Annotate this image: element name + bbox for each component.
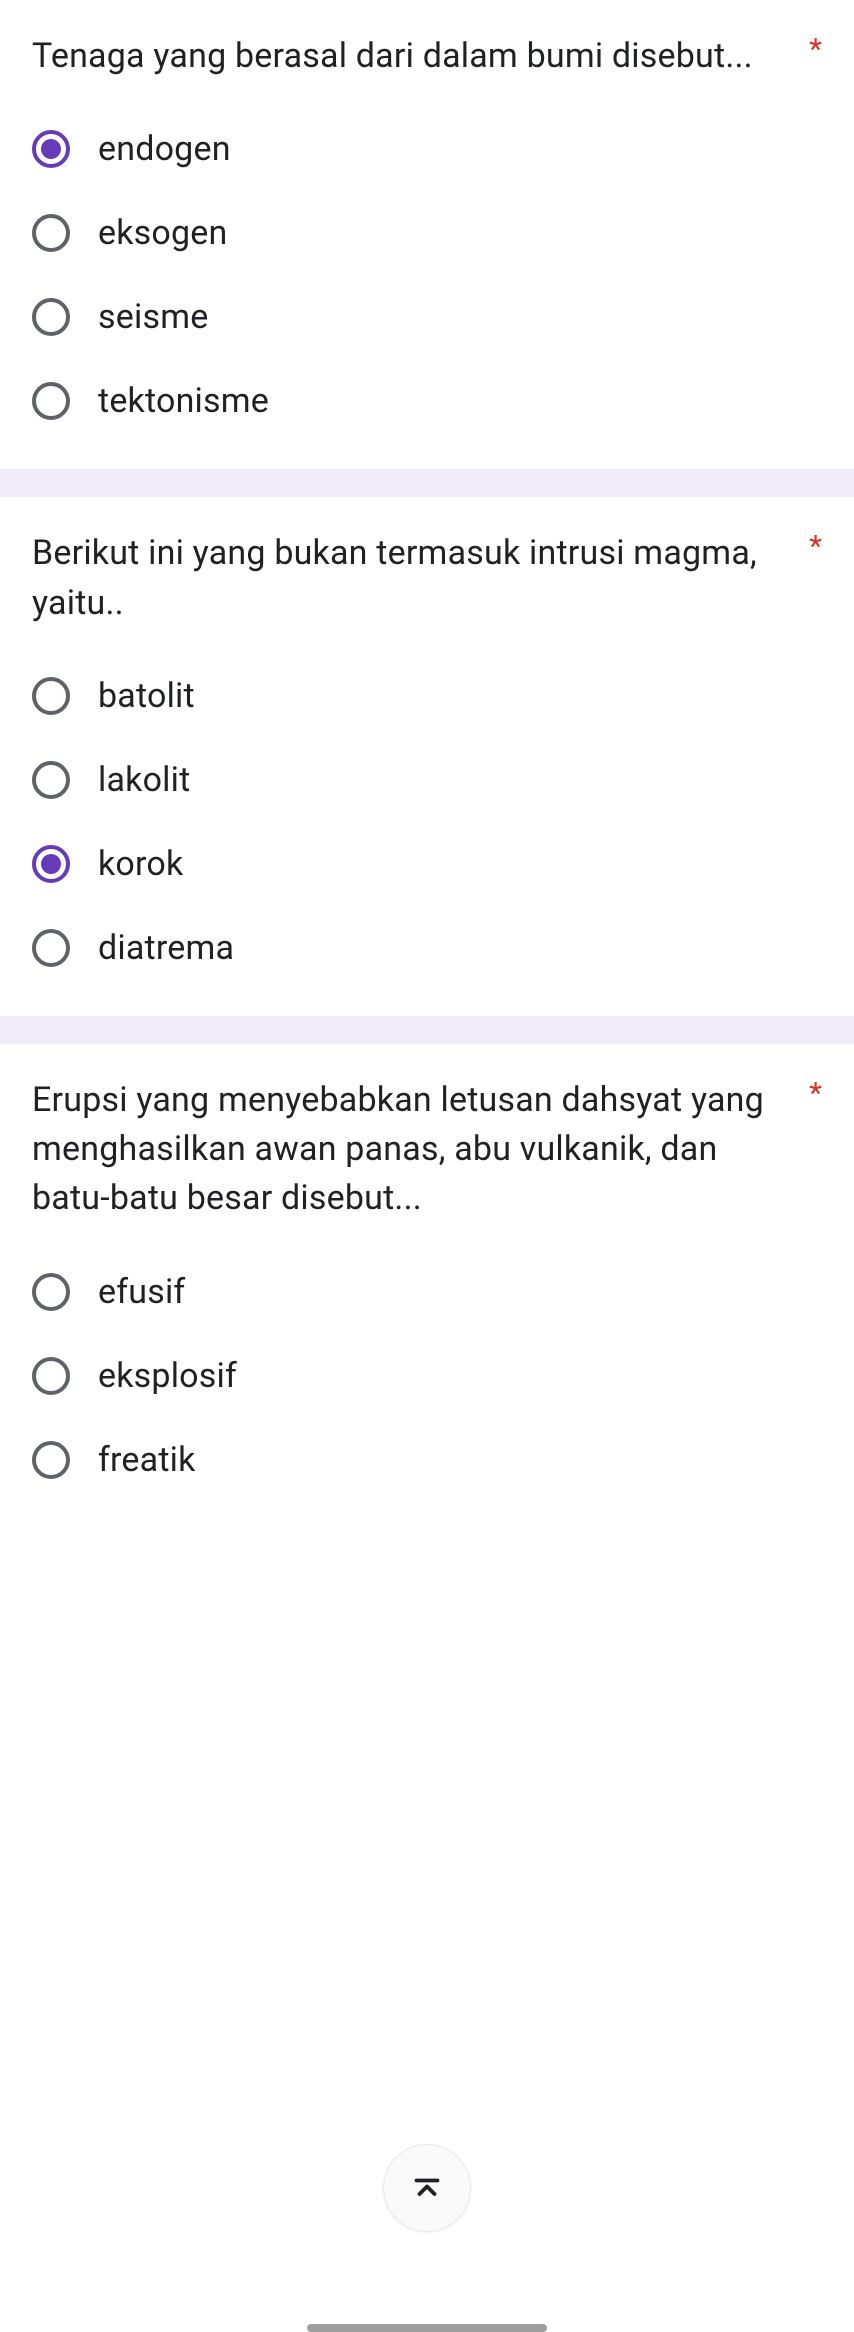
radio-icon	[32, 1357, 70, 1395]
option-tektonisme[interactable]: tektonisme	[32, 381, 822, 421]
option-eksogen[interactable]: eksogen	[32, 213, 822, 253]
option-label: seisme	[98, 297, 208, 337]
question-header: Erupsi yang menyebabkan letusan dahsyat …	[32, 1076, 822, 1224]
home-indicator	[307, 2324, 547, 2332]
radio-icon	[32, 929, 70, 967]
scroll-top-button[interactable]	[383, 2144, 471, 2232]
option-endogen[interactable]: endogen	[32, 129, 822, 169]
question-header: Berikut ini yang bukan termasuk intrusi …	[32, 529, 822, 628]
radio-icon	[32, 214, 70, 252]
option-label: tektonisme	[98, 381, 269, 421]
option-seisme[interactable]: seisme	[32, 297, 822, 337]
option-label: diatrema	[98, 928, 234, 968]
option-label: eksplosif	[98, 1356, 237, 1396]
question-text: Erupsi yang menyebabkan letusan dahsyat …	[32, 1076, 793, 1224]
option-label: freatik	[98, 1440, 196, 1480]
radio-icon	[32, 1273, 70, 1311]
radio-icon	[32, 845, 70, 883]
options-group: batolit lakolit korok diatrema	[32, 676, 822, 968]
option-label: eksogen	[98, 213, 228, 253]
required-indicator: *	[809, 1076, 822, 1112]
option-efusif[interactable]: efusif	[32, 1272, 822, 1312]
option-label: endogen	[98, 129, 231, 169]
question-card-1: Tenaga yang berasal dari dalam bumi dise…	[0, 0, 854, 469]
chevron-up-icon	[409, 2170, 445, 2206]
option-lakolit[interactable]: lakolit	[32, 760, 822, 800]
radio-icon	[32, 1441, 70, 1479]
radio-icon	[32, 761, 70, 799]
radio-icon	[32, 298, 70, 336]
required-indicator: *	[809, 529, 822, 565]
options-group: endogen eksogen seisme tektonisme	[32, 129, 822, 421]
option-diatrema[interactable]: diatrema	[32, 928, 822, 968]
required-indicator: *	[809, 32, 822, 68]
option-label: batolit	[98, 676, 195, 716]
option-eksplosif[interactable]: eksplosif	[32, 1356, 822, 1396]
divider	[0, 1016, 854, 1044]
option-label: efusif	[98, 1272, 185, 1312]
question-header: Tenaga yang berasal dari dalam bumi dise…	[32, 32, 822, 81]
question-card-3: Erupsi yang menyebabkan letusan dahsyat …	[0, 1044, 854, 1528]
radio-icon	[32, 130, 70, 168]
question-card-2: Berikut ini yang bukan termasuk intrusi …	[0, 497, 854, 1016]
radio-icon	[32, 677, 70, 715]
option-label: lakolit	[98, 760, 190, 800]
question-text: Berikut ini yang bukan termasuk intrusi …	[32, 529, 793, 628]
divider	[0, 469, 854, 497]
option-batolit[interactable]: batolit	[32, 676, 822, 716]
options-group: efusif eksplosif freatik	[32, 1272, 822, 1480]
question-text: Tenaga yang berasal dari dalam bumi dise…	[32, 32, 793, 81]
radio-icon	[32, 382, 70, 420]
option-korok[interactable]: korok	[32, 844, 822, 884]
option-freatik[interactable]: freatik	[32, 1440, 822, 1480]
option-label: korok	[98, 844, 183, 884]
